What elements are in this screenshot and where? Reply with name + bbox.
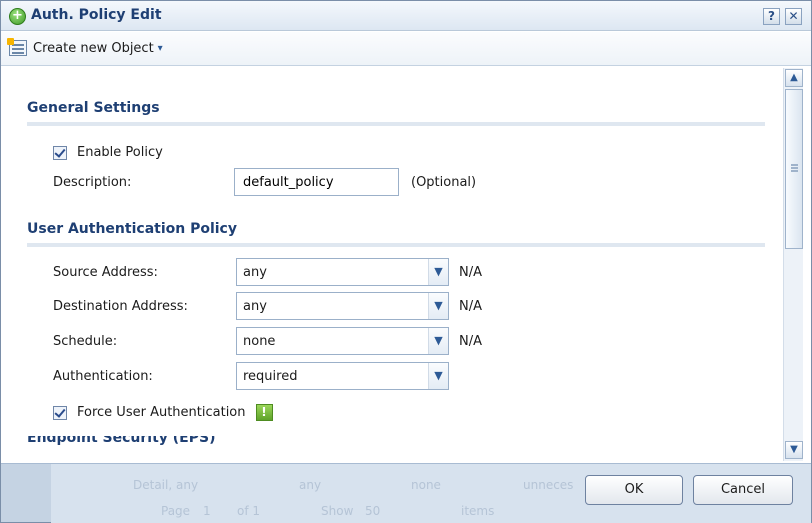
title-bar: + Auth. Policy Edit ? ✕	[1, 1, 811, 31]
endpoint-security-header: Endpoint Security (EPS)	[27, 430, 216, 446]
description-input[interactable]	[234, 168, 399, 196]
schedule-select[interactable]: none ▼	[236, 327, 449, 355]
description-label: Description:	[53, 175, 132, 190]
ghost-text: Show	[321, 504, 354, 518]
dialog-title: Auth. Policy Edit	[31, 7, 162, 23]
warning-icon[interactable]: !	[255, 404, 273, 421]
form-content: General Settings Enable Policy Descripti…	[1, 67, 811, 462]
ghost-text: any	[299, 478, 322, 492]
cancel-button[interactable]: Cancel	[693, 475, 793, 505]
schedule-na: N/A	[459, 334, 482, 349]
ghost-text: items	[461, 504, 495, 518]
ghost-text: of 1	[237, 504, 261, 518]
scrollbar-thumb[interactable]	[785, 89, 803, 249]
scroll-down-button[interactable]: ▼	[785, 441, 803, 459]
close-button[interactable]: ✕	[785, 8, 802, 25]
ok-button[interactable]: OK	[585, 475, 683, 505]
destination-address-value: any	[243, 299, 267, 314]
dialog-footer: Detail, any any none unneces Page 1 of 1…	[1, 463, 811, 523]
ghost-text: Detail, any	[133, 478, 199, 492]
new-object-icon	[7, 38, 27, 56]
destination-address-select[interactable]: any ▼	[236, 292, 449, 320]
user-authentication-policy-header: User Authentication Policy	[27, 221, 765, 247]
authentication-value: required	[243, 369, 298, 384]
enable-policy-checkbox[interactable]	[53, 145, 67, 160]
schedule-label: Schedule:	[53, 334, 118, 349]
scroll-up-button[interactable]: ▲	[785, 69, 803, 87]
force-user-authentication-checkbox[interactable]	[53, 405, 67, 420]
vertical-scrollbar[interactable]: ▲ ▼	[783, 68, 803, 461]
general-settings-header: General Settings	[27, 100, 765, 126]
ghost-text: Page	[161, 504, 191, 518]
authentication-label: Authentication:	[53, 369, 153, 384]
source-address-select[interactable]: any ▼	[236, 258, 449, 286]
optional-label: (Optional)	[411, 175, 477, 190]
enable-policy-row: Enable Policy	[53, 145, 163, 160]
schedule-value: none	[243, 334, 276, 349]
add-circle-icon: +	[9, 8, 26, 25]
chevron-down-icon: ▼	[428, 293, 448, 319]
source-address-na: N/A	[459, 265, 482, 280]
ghost-text: 50	[365, 504, 381, 518]
auth-policy-edit-dialog: + Auth. Policy Edit ? ✕ Create new Objec…	[0, 0, 812, 523]
help-button[interactable]: ?	[763, 8, 780, 25]
source-address-value: any	[243, 265, 267, 280]
chevron-down-icon: ▾	[157, 42, 163, 54]
create-new-object-label: Create new Object	[33, 40, 154, 56]
create-new-object-button[interactable]: Create new Object ▾	[7, 38, 163, 56]
ghost-text: 1	[203, 504, 211, 518]
authentication-select[interactable]: required ▼	[236, 362, 449, 390]
chevron-down-icon: ▼	[428, 259, 448, 285]
ghost-text: unneces	[523, 478, 574, 492]
destination-address-na: N/A	[459, 299, 482, 314]
enable-policy-label: Enable Policy	[77, 145, 163, 160]
force-user-authentication-label: Force User Authentication	[77, 405, 246, 420]
destination-address-label: Destination Address:	[53, 299, 188, 314]
ghost-text: none	[411, 478, 441, 492]
source-address-label: Source Address:	[53, 265, 158, 280]
chevron-down-icon: ▼	[428, 363, 448, 389]
force-user-authentication-row: Force User Authentication !	[53, 404, 273, 421]
toolbar: Create new Object ▾	[1, 32, 811, 66]
chevron-down-icon: ▼	[428, 328, 448, 354]
